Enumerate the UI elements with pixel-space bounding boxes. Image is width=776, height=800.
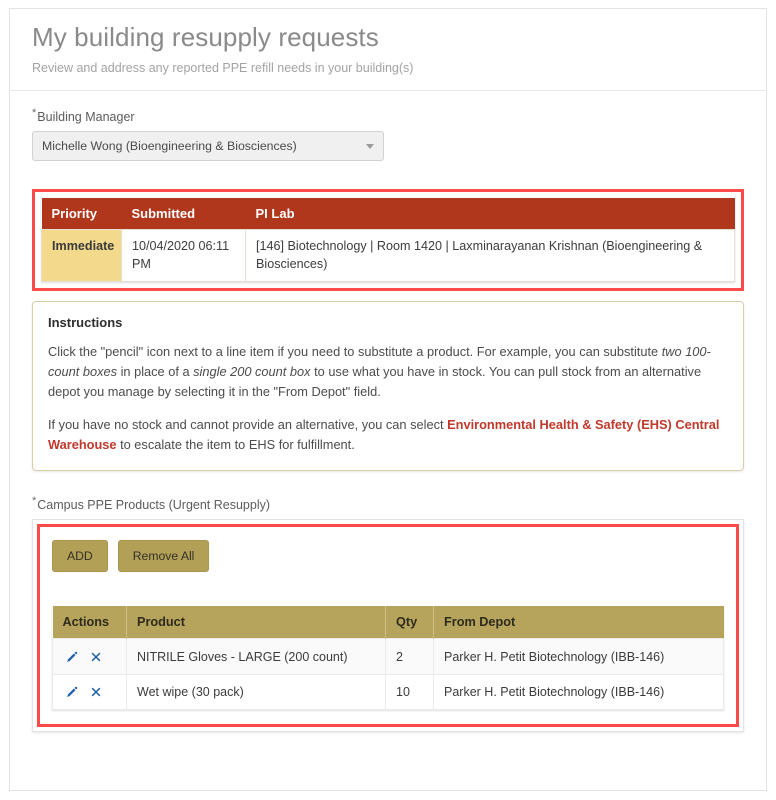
column-header-pi-lab: PI Lab bbox=[245, 198, 735, 230]
instr-p1-a: Click the "pencil" icon next to a line i… bbox=[48, 344, 662, 360]
remove-all-button[interactable]: Remove All bbox=[117, 540, 210, 573]
instr-p1-b: in place of a bbox=[117, 364, 194, 380]
page-root: My building resupply requests Review and… bbox=[0, 0, 776, 800]
column-header-actions: Actions bbox=[52, 606, 127, 639]
products-inner: ADD Remove All Actions Product Qty From … bbox=[40, 527, 736, 724]
required-marker: * bbox=[32, 107, 37, 120]
building-manager-label-text: Building Manager bbox=[37, 110, 135, 125]
building-manager-field: *Building Manager Michelle Wong (Bioengi… bbox=[32, 107, 744, 162]
building-manager-value: Michelle Wong (Bioengineering & Bioscien… bbox=[42, 139, 297, 154]
instr-p1-em2: single 200 count box bbox=[193, 364, 311, 380]
products-toolbar: ADD Remove All bbox=[52, 540, 724, 573]
table-row: NITRILE Gloves - LARGE (200 count) 2 Par… bbox=[52, 638, 724, 675]
cell-qty: 10 bbox=[385, 673, 434, 710]
column-header-submitted: Submitted bbox=[121, 198, 246, 230]
cell-priority: Immediate bbox=[41, 229, 122, 283]
instr-p2-b: to escalate the item to EHS for fulfillm… bbox=[116, 436, 355, 452]
page-subtitle: Review and address any reported PPE refi… bbox=[32, 61, 414, 76]
page-title: My building resupply requests bbox=[32, 22, 379, 52]
chevron-down-icon bbox=[366, 143, 374, 149]
request-table-highlight: Priority Submitted PI Lab Immediate 10/0… bbox=[32, 189, 744, 292]
cell-product: NITRILE Gloves - LARGE (200 count) bbox=[126, 638, 386, 675]
cell-actions bbox=[52, 638, 127, 675]
close-x-icon[interactable] bbox=[90, 686, 102, 698]
page-header: My building resupply requests Review and… bbox=[10, 9, 766, 92]
add-button[interactable]: ADD bbox=[52, 540, 108, 573]
cell-qty: 2 bbox=[385, 638, 434, 675]
cell-depot: Parker H. Petit Biotechnology (IBB-146) bbox=[433, 638, 724, 675]
cell-product: Wet wipe (30 pack) bbox=[126, 673, 386, 710]
table-row: Wet wipe (30 pack) 10 Parker H. Petit Bi… bbox=[52, 673, 724, 710]
pencil-icon[interactable] bbox=[65, 651, 78, 664]
instr-p2-a: If you have no stock and cannot provide … bbox=[48, 416, 448, 432]
cell-pi-lab: [146] Biotechnology | Room 1420 | Laxmin… bbox=[245, 229, 735, 283]
products-label: *Campus PPE Products (Urgent Resupply) bbox=[32, 495, 744, 512]
products-table: Actions Product Qty From Depot NITRILE G… bbox=[52, 606, 724, 710]
products-table-header-row: Actions Product Qty From Depot bbox=[52, 606, 724, 639]
required-marker: * bbox=[32, 495, 37, 508]
column-header-product: Product bbox=[126, 606, 386, 639]
pencil-icon[interactable] bbox=[65, 686, 78, 699]
page-card: My building resupply requests Review and… bbox=[9, 8, 767, 791]
page-body: *Building Manager Michelle Wong (Bioengi… bbox=[10, 91, 766, 732]
instructions-paragraph-2: If you have no stock and cannot provide … bbox=[48, 415, 728, 455]
cell-actions bbox=[52, 673, 127, 710]
column-header-qty: Qty bbox=[385, 606, 434, 639]
instructions-panel: Instructions Click the "pencil" icon nex… bbox=[32, 301, 744, 472]
instructions-paragraph-1: Click the "pencil" icon next to a line i… bbox=[48, 342, 728, 403]
close-x-icon[interactable] bbox=[90, 651, 102, 663]
table-row: Immediate 10/04/2020 06:11 PM [146] Biot… bbox=[41, 229, 735, 283]
column-header-priority: Priority bbox=[41, 198, 122, 230]
request-table: Priority Submitted PI Lab Immediate 10/0… bbox=[41, 198, 735, 283]
products-label-text: Campus PPE Products (Urgent Resupply) bbox=[37, 498, 271, 513]
request-table-header-row: Priority Submitted PI Lab bbox=[41, 198, 735, 230]
building-manager-label: *Building Manager bbox=[32, 107, 744, 124]
products-highlight: ADD Remove All Actions Product Qty From … bbox=[37, 524, 739, 727]
building-manager-select[interactable]: Michelle Wong (Bioengineering & Bioscien… bbox=[32, 131, 384, 162]
cell-depot: Parker H. Petit Biotechnology (IBB-146) bbox=[433, 673, 724, 710]
products-section: *Campus PPE Products (Urgent Resupply) A… bbox=[32, 495, 744, 732]
cell-submitted: 10/04/2020 06:11 PM bbox=[121, 229, 246, 283]
column-header-from-depot: From Depot bbox=[433, 606, 724, 639]
products-panel: ADD Remove All Actions Product Qty From … bbox=[32, 519, 744, 732]
instructions-heading: Instructions bbox=[48, 315, 123, 331]
